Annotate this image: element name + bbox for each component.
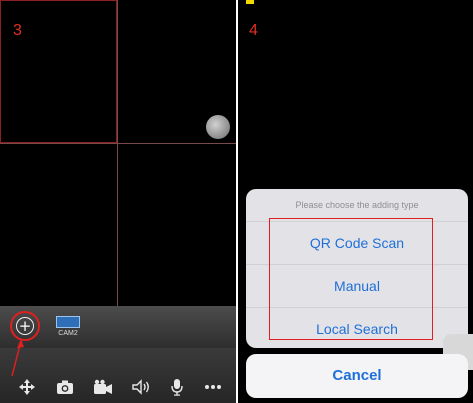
speaker-icon[interactable] bbox=[131, 378, 151, 396]
camera-label: CAM2 bbox=[58, 330, 78, 337]
qr-code-scan-option[interactable]: QR Code Scan bbox=[246, 222, 468, 265]
camera-item[interactable]: CAM2 bbox=[54, 316, 82, 337]
device-bar: + CAM2 bbox=[0, 306, 236, 348]
move-arrows-icon[interactable] bbox=[17, 378, 37, 396]
plus-circle-icon: + bbox=[16, 317, 34, 335]
manual-option[interactable]: Manual bbox=[246, 265, 468, 308]
control-toolbar bbox=[0, 348, 236, 403]
camera-thumbnail-icon bbox=[56, 316, 80, 328]
video-record-icon[interactable] bbox=[93, 378, 113, 396]
action-sheet-title: Please choose the adding type bbox=[246, 189, 468, 222]
local-search-option[interactable]: Local Search bbox=[246, 308, 468, 348]
step-number-4: 4 bbox=[249, 22, 258, 39]
right-screenshot-panel: 4 Please choose the adding type QR Code … bbox=[238, 0, 473, 403]
floating-assistive-button[interactable] bbox=[206, 115, 230, 139]
cancel-button[interactable]: Cancel bbox=[246, 354, 468, 398]
corner-marker bbox=[246, 0, 254, 4]
step-number-3: 3 bbox=[13, 22, 22, 39]
video-grid bbox=[0, 0, 236, 306]
grid-divider-horizontal bbox=[0, 143, 236, 144]
add-device-button[interactable]: + bbox=[10, 311, 40, 341]
camera-snapshot-icon[interactable] bbox=[55, 378, 75, 396]
microphone-icon[interactable] bbox=[167, 378, 187, 396]
grid-divider-vertical bbox=[117, 0, 118, 306]
left-screenshot-panel: 3 + CAM2 bbox=[0, 0, 236, 403]
more-dots-icon[interactable] bbox=[203, 378, 223, 396]
add-type-action-sheet: Please choose the adding type QR Code Sc… bbox=[246, 189, 468, 348]
